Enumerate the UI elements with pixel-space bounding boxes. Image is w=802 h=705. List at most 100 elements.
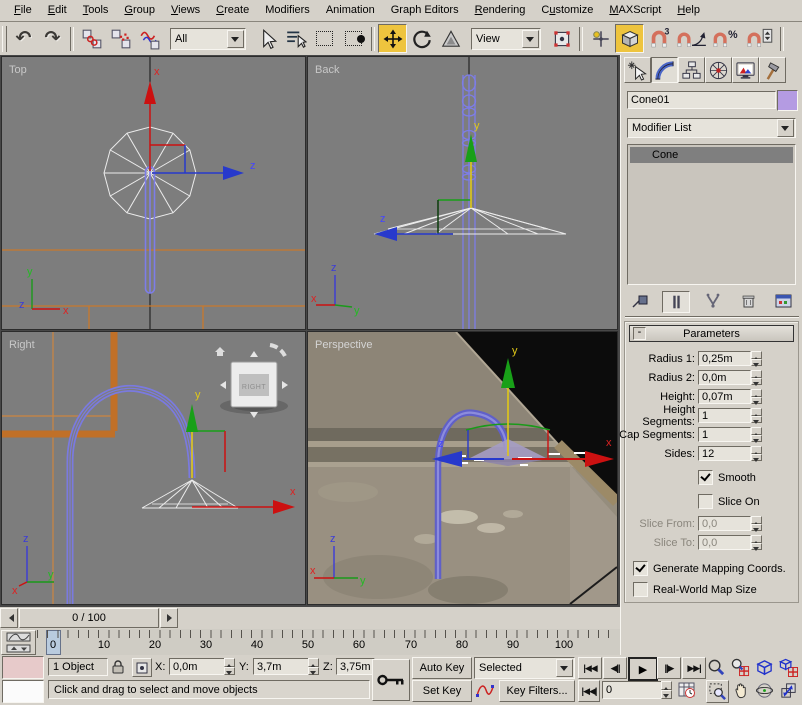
viewport-right[interactable]: y x RIGHT (2, 332, 305, 604)
tab-motion[interactable] (705, 57, 732, 83)
rectangular-selection-region-button[interactable] (310, 24, 339, 53)
menu-maxscript[interactable]: MAXScript (601, 2, 669, 19)
zoom-button[interactable] (706, 657, 727, 678)
maxscript-mini-listener[interactable] (2, 680, 44, 703)
toolbar-grip[interactable] (2, 26, 7, 52)
bind-to-space-warp-button[interactable] (135, 24, 164, 53)
menu-modifiers[interactable]: Modifiers (257, 2, 318, 19)
object-name-field[interactable]: Cone01 (627, 91, 776, 109)
menu-help[interactable]: Help (669, 2, 708, 19)
smooth-checkbox[interactable] (698, 470, 713, 485)
go-to-start-button[interactable]: |◀◀ (578, 657, 602, 679)
configure-modifier-sets-button[interactable] (770, 291, 796, 311)
select-object-button[interactable] (252, 24, 281, 53)
key-mode-toggle-button[interactable]: |◀◀| (578, 680, 600, 702)
time-slider-next-button[interactable] (160, 608, 178, 628)
height-spinner[interactable] (751, 389, 762, 404)
menu-graph-editors[interactable]: Graph Editors (383, 2, 467, 19)
dropdown-arrow-icon[interactable] (522, 30, 539, 48)
pan-view-button[interactable] (730, 680, 751, 701)
region-zoom-button[interactable] (706, 680, 729, 703)
modifier-stack-item-selected[interactable]: Cone (630, 147, 793, 163)
spinner-snap-toggle-button[interactable] (743, 24, 777, 53)
tab-create[interactable] (624, 57, 651, 83)
use-pivot-point-center-button[interactable] (547, 24, 576, 53)
slice-on-checkbox[interactable] (698, 494, 713, 509)
current-frame-spinner[interactable] (661, 681, 672, 699)
default-tangent-button[interactable] (474, 680, 496, 700)
menu-create[interactable]: Create (208, 2, 257, 19)
real-world-checkbox[interactable] (633, 582, 648, 597)
open-mini-curve-editor-button[interactable] (1, 630, 36, 655)
z-coordinate-field[interactable]: 3,75m (336, 658, 375, 675)
viewport-back[interactable]: y z z x y Back (308, 57, 617, 329)
select-and-move-button[interactable] (378, 24, 407, 53)
make-unique-button[interactable] (700, 291, 726, 311)
unlink-selection-button[interactable] (106, 24, 135, 53)
viewcube-face-label[interactable]: RIGHT (242, 384, 267, 391)
viewport-perspective[interactable]: y z x z x y Perspective (308, 332, 617, 604)
radius2-field[interactable]: 0,0m (698, 370, 751, 385)
remove-modifier-button[interactable] (735, 291, 761, 311)
redo-button[interactable]: ↷ (38, 24, 67, 53)
y-coordinate-field[interactable]: 3,7m (253, 658, 310, 675)
maxscript-mini-listener-macro[interactable] (2, 656, 44, 679)
maximize-viewport-toggle[interactable] (778, 680, 799, 701)
tab-utilities[interactable] (759, 57, 786, 83)
menu-edit[interactable]: Edit (40, 2, 75, 19)
go-to-end-button[interactable]: ▶▶| (682, 657, 706, 679)
height-segments-field[interactable]: 1 (698, 408, 751, 423)
sides-field[interactable]: 12 (698, 446, 751, 461)
y-coordinate-spinner[interactable] (308, 658, 319, 675)
zoom-extents-button[interactable] (754, 657, 775, 678)
menu-views[interactable]: Views (163, 2, 208, 19)
generate-mapping-checkbox[interactable] (633, 561, 648, 576)
set-key-button[interactable]: Set Key (412, 680, 472, 702)
cap-segments-field[interactable]: 1 (698, 427, 751, 442)
percent-snap-toggle-button[interactable]: % (709, 24, 743, 53)
select-and-manipulate-button[interactable] (586, 24, 615, 53)
tab-hierarchy[interactable] (678, 57, 705, 83)
x-coordinate-spinner[interactable] (224, 658, 235, 675)
cap-segments-spinner[interactable] (751, 427, 762, 442)
key-filters-button[interactable]: Key Filters... (499, 680, 575, 702)
select-and-link-button[interactable] (77, 24, 106, 53)
time-slider-prev-button[interactable] (0, 608, 18, 628)
object-color-swatch[interactable] (777, 90, 798, 111)
time-configuration-button[interactable] (676, 680, 698, 700)
track-bar[interactable]: 0 10 20 30 40 50 60 70 80 90 100 (0, 629, 620, 656)
menu-animation[interactable]: Animation (318, 2, 383, 19)
undo-button[interactable]: ↶ (9, 24, 38, 53)
x-coordinate-field[interactable]: 0,0m (169, 658, 226, 675)
viewport-top-label[interactable]: Top (9, 64, 27, 76)
dropdown-arrow-icon[interactable] (777, 119, 794, 137)
previous-frame-button[interactable]: ◀|| (603, 657, 627, 679)
time-slider-handle[interactable]: 0 / 100 (19, 608, 159, 628)
set-keys-button[interactable] (372, 659, 410, 701)
zoom-extents-all-button[interactable] (778, 657, 799, 678)
show-end-result-button[interactable] (662, 291, 690, 313)
zoom-all-button[interactable] (730, 657, 751, 678)
play-animation-button[interactable]: ▶ (628, 657, 658, 681)
menu-customize[interactable]: Customize (533, 2, 601, 19)
select-by-name-button[interactable] (281, 24, 310, 53)
selection-lock-toggle[interactable] (108, 658, 128, 676)
viewport-top[interactable]: x z y x z Top (2, 57, 305, 329)
angle-snap-toggle-button[interactable] (673, 24, 709, 53)
key-filter-selected-dropdown[interactable]: Selected (474, 657, 575, 679)
select-and-rotate-button[interactable] (407, 24, 436, 53)
radius2-spinner[interactable] (751, 370, 762, 385)
radius1-field[interactable]: 0,25m (698, 351, 751, 366)
height-segments-spinner[interactable] (751, 408, 762, 423)
modifier-list-dropdown[interactable]: Modifier List (627, 118, 796, 138)
tab-modify[interactable] (651, 57, 678, 83)
absolute-offset-mode-toggle[interactable] (132, 658, 152, 677)
snap-3d-toggle-button[interactable]: 3 (644, 24, 673, 53)
viewport-right-label[interactable]: Right (9, 339, 35, 351)
modifier-stack-list[interactable]: Cone (627, 144, 796, 285)
snaps-toggle-button[interactable] (615, 24, 644, 53)
auto-key-button[interactable]: Auto Key (412, 657, 472, 679)
current-frame-field[interactable]: 0 (602, 681, 663, 699)
track-bar-ruler[interactable]: 0 10 20 30 40 50 60 70 80 90 100 (37, 629, 618, 655)
pin-stack-button[interactable] (627, 291, 653, 311)
